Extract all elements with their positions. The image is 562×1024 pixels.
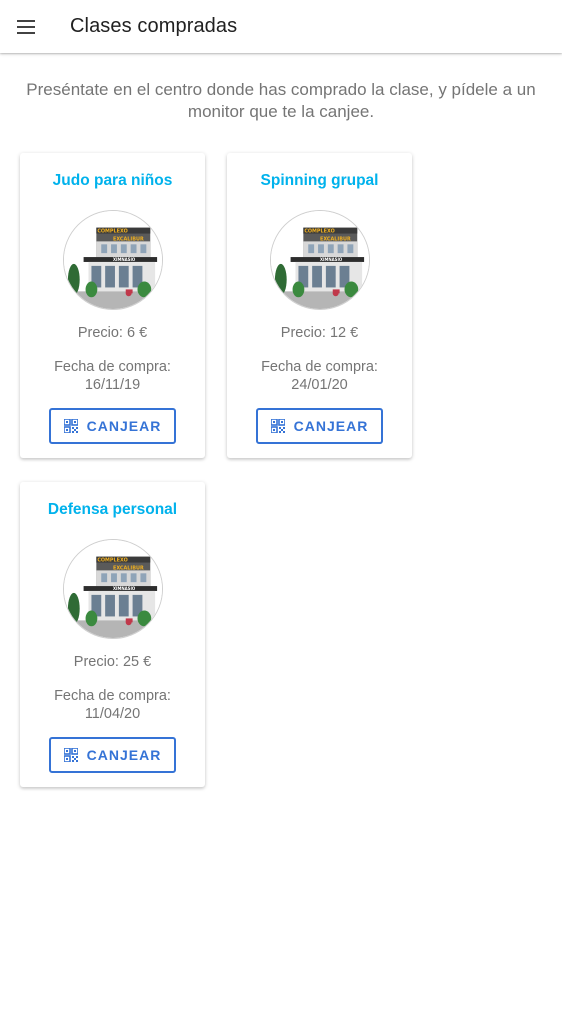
class-title: Judo para niños — [52, 172, 173, 189]
purchase-date-label: Fecha de compra: — [261, 359, 378, 375]
purchase-date-label: Fecha de compra: — [54, 359, 171, 375]
qr-code-icon — [63, 748, 78, 762]
redeem-button-label: CANJEAR — [293, 418, 369, 434]
gym-building-image: COMPLEXO EXCALIBUR XIMNASIO — [270, 210, 370, 310]
class-price: Precio: 25 € — [73, 654, 152, 670]
purchase-date-label: Fecha de compra: — [54, 688, 171, 704]
redeem-button-label: CANJEAR — [86, 418, 162, 434]
purchase-date-value: 16/11/19 — [84, 377, 141, 393]
building-sign-line3: XIMNASIO — [320, 257, 343, 262]
building-sign-line1: COMPLEXO — [304, 229, 334, 235]
class-card: Defensa personal COMPLEXO EXCALIBUR XIMN… — [20, 482, 205, 787]
building-sign-line3: XIMNASIO — [113, 586, 136, 591]
building-sign-line3: XIMNASIO — [113, 257, 136, 262]
class-card: Judo para niños COMPLEXO EXCALIBUR XIMNA… — [20, 153, 205, 458]
building-illustration: COMPLEXO EXCALIBUR XIMNASIO — [64, 211, 162, 309]
redeem-button[interactable]: CANJEAR — [49, 737, 176, 773]
class-title: Defensa personal — [47, 501, 178, 518]
redeem-button[interactable]: CANJEAR — [256, 408, 383, 444]
gym-building-image: COMPLEXO EXCALIBUR XIMNASIO — [63, 539, 163, 639]
redeem-button-label: CANJEAR — [86, 747, 162, 763]
building-illustration: COMPLEXO EXCALIBUR XIMNASIO — [271, 211, 369, 309]
class-price: Precio: 12 € — [280, 325, 359, 341]
building-illustration: COMPLEXO EXCALIBUR XIMNASIO — [64, 540, 162, 638]
purchase-date-value: 11/04/20 — [84, 706, 141, 722]
classes-grid: Judo para niños COMPLEXO EXCALIBUR XIMNA… — [0, 0, 562, 1024]
class-card: Spinning grupal COMPLEXO EXCALIBUR XIMNA… — [227, 153, 412, 458]
qr-code-icon — [270, 419, 285, 433]
gym-building-image: COMPLEXO EXCALIBUR XIMNASIO — [63, 210, 163, 310]
purchase-date-value: 24/01/20 — [291, 377, 348, 393]
redeem-button[interactable]: CANJEAR — [49, 408, 176, 444]
building-sign-line1: COMPLEXO — [97, 558, 127, 564]
class-price: Precio: 6 € — [77, 325, 148, 341]
qr-code-icon — [63, 419, 78, 433]
building-sign-line1: COMPLEXO — [97, 229, 127, 235]
class-title: Spinning grupal — [260, 172, 379, 189]
